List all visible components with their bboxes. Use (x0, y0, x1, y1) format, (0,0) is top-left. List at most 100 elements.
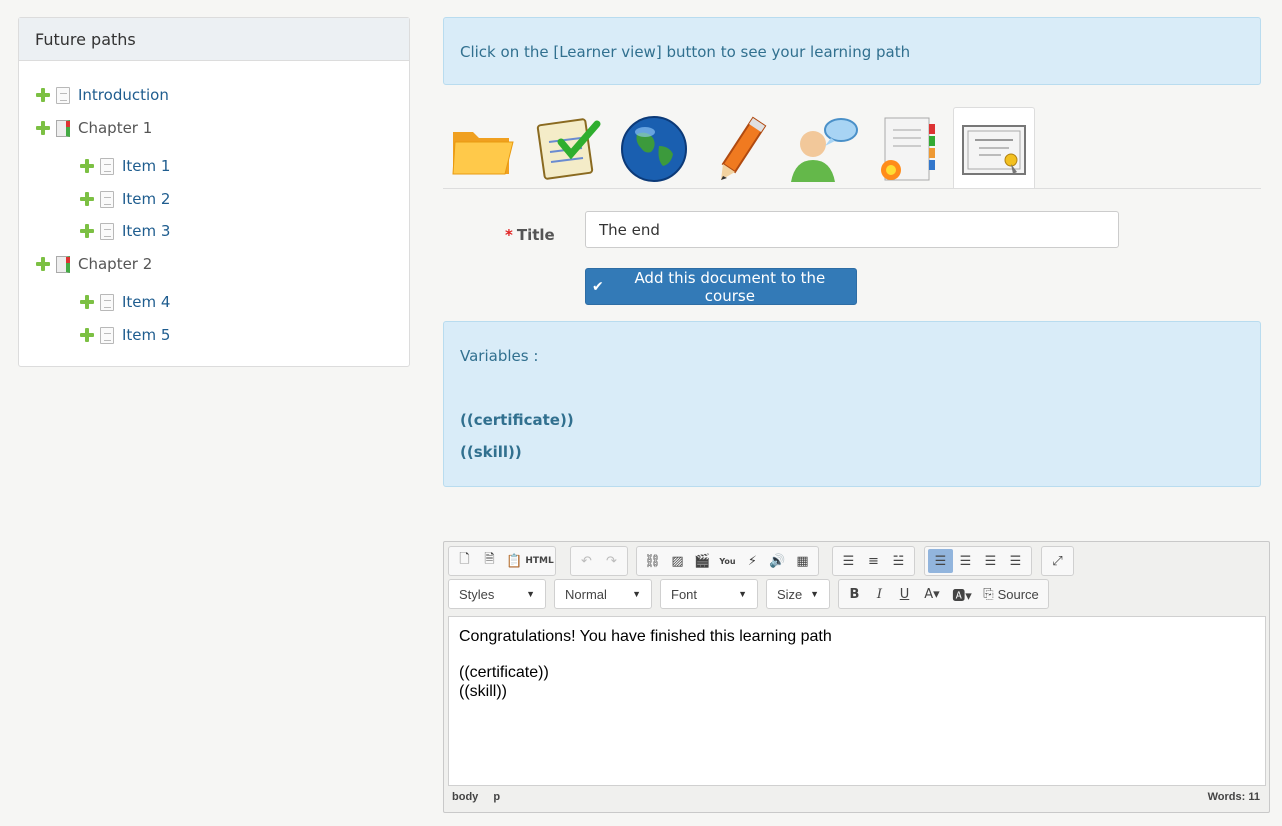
info-alert: Click on the [Learner view] button to se… (443, 17, 1261, 85)
tree-item-item-1[interactable]: Item 1 (79, 156, 170, 176)
tree-item-label[interactable]: Item 3 (122, 222, 170, 240)
maximize-icon[interactable]: ⤢ (1045, 549, 1070, 573)
tree-item-label[interactable]: Introduction (78, 86, 169, 104)
new-page-icon[interactable]: 🗋 (452, 549, 477, 573)
undo-icon[interactable]: ↶ (574, 549, 599, 573)
paste-html-icon[interactable]: HTML (525, 549, 553, 573)
user-chat-icon[interactable] (787, 112, 861, 184)
link-icon[interactable]: ⛓ (640, 549, 665, 573)
horizontal-rule-icon[interactable]: ☱ (886, 549, 911, 573)
checklist-icon[interactable] (531, 112, 605, 184)
chevron-down-icon: ▼ (810, 589, 819, 599)
toolbar-undo-group: ↶ ↷ (570, 546, 628, 576)
chevron-down-icon: ▼ (526, 589, 535, 599)
expand-plus-icon[interactable] (79, 158, 95, 174)
redo-icon[interactable]: ↷ (599, 549, 624, 573)
video-icon[interactable]: 🎬 (690, 549, 715, 573)
panel-title: Future paths (19, 18, 409, 61)
check-icon: ✔ (592, 278, 604, 295)
new-document-icon[interactable] (871, 112, 945, 184)
styles-dropdown[interactable]: Styles ▼ (448, 579, 546, 609)
source-button[interactable]: ⎘ Source (977, 582, 1045, 606)
add-document-label: Add this document to the course (634, 268, 826, 305)
bulleted-list-icon[interactable]: ☰ (836, 549, 861, 573)
chapter-icon (56, 255, 70, 273)
expand-plus-icon[interactable] (35, 256, 51, 272)
tree-item-item-5[interactable]: Item 5 (79, 325, 170, 345)
add-document-button[interactable]: ✔ Add this document to the course (585, 268, 857, 305)
chapter-icon (56, 119, 70, 137)
variables-heading: Variables : (460, 347, 539, 365)
folder-icon[interactable] (447, 112, 521, 184)
italic-icon[interactable]: I (867, 582, 892, 606)
pencil-icon[interactable] (703, 112, 777, 184)
document-icon (100, 326, 114, 344)
document-icon (100, 293, 114, 311)
tree-item-chapter-2[interactable]: Chapter 2 (35, 254, 152, 274)
tabs-divider (443, 188, 1261, 189)
expand-plus-icon[interactable] (35, 120, 51, 136)
element-path-p[interactable]: p (493, 791, 500, 803)
align-center-icon[interactable]: ☰ (953, 549, 978, 573)
flash-icon[interactable]: ⚡ (740, 549, 765, 573)
bold-icon[interactable]: B (842, 582, 867, 606)
format-dropdown[interactable]: Normal ▼ (554, 579, 652, 609)
tree-item-introduction[interactable]: Introduction (35, 85, 169, 105)
tree-item-label[interactable]: Item 5 (122, 326, 170, 344)
variable-certificate: ((certificate)) (460, 411, 574, 429)
future-paths-panel: Future paths Introduction Chapter 1 Item… (18, 17, 410, 367)
expand-plus-icon[interactable] (79, 327, 95, 343)
expand-plus-icon[interactable] (79, 223, 95, 239)
variable-skill: ((skill)) (460, 443, 522, 461)
align-right-icon[interactable]: ☰ (978, 549, 1003, 573)
size-dropdown[interactable]: Size ▼ (766, 579, 830, 609)
tree-item-label: Chapter 1 (78, 119, 153, 137)
tree-item-item-3[interactable]: Item 3 (79, 221, 170, 241)
editor-status-bar: body p Words: 11 (452, 791, 1260, 807)
paste-word-icon[interactable]: 📋 (502, 549, 527, 573)
chevron-down-icon: ▼ (632, 589, 641, 599)
tree-item-label[interactable]: Item 2 (122, 190, 170, 208)
image-icon[interactable]: ▨ (665, 549, 690, 573)
tree-item-item-2[interactable]: Item 2 (79, 189, 170, 209)
tree-item-label: Chapter 2 (78, 255, 153, 273)
content-line: ((certificate)) (459, 664, 549, 681)
document-icon (56, 86, 70, 104)
expand-plus-icon[interactable] (79, 294, 95, 310)
content-line: ((skill)) (459, 683, 507, 700)
element-path-body[interactable]: body (452, 791, 478, 803)
document-icon (100, 157, 114, 175)
youtube-icon[interactable]: You (715, 549, 740, 573)
tree-item-label[interactable]: Item 4 (122, 293, 170, 311)
title-label: * Title (505, 226, 555, 244)
underline-icon[interactable]: U (892, 582, 917, 606)
source-icon: ⎘ (983, 586, 994, 601)
toolbar-maximize-group: ⤢ (1041, 546, 1074, 576)
table-icon[interactable]: ▦ (790, 549, 815, 573)
align-left-icon[interactable]: ☰ (928, 549, 953, 573)
document-icon (100, 190, 114, 208)
toolbar-format-group: B I U A▾ 🅰▾ ⎘ Source (838, 579, 1049, 609)
tree-item-item-4[interactable]: Item 4 (79, 292, 170, 312)
certificate-icon[interactable] (957, 112, 1031, 184)
expand-plus-icon[interactable] (79, 191, 95, 207)
toolbar-insert-group: ⛓ ▨ 🎬 You ⚡ 🔊 ▦ (636, 546, 819, 576)
audio-icon[interactable]: 🔊 (765, 549, 790, 573)
font-dropdown[interactable]: Font ▼ (660, 579, 758, 609)
text-color-icon[interactable]: A▾ (917, 582, 947, 606)
justify-icon[interactable]: ☰ (1003, 549, 1028, 573)
tree-item-label[interactable]: Item 1 (122, 157, 170, 175)
content-line: Congratulations! You have finished this … (459, 628, 832, 645)
background-color-icon[interactable]: 🅰▾ (947, 582, 977, 606)
numbered-list-icon[interactable]: ≡ (861, 549, 886, 573)
toolbar-list-group: ☰ ≡ ☱ (832, 546, 915, 576)
chevron-down-icon: ▼ (738, 589, 747, 599)
globe-icon[interactable] (617, 112, 691, 184)
rich-text-editor: 🗋 🗎 📋 HTML ↶ ↷ ⛓ ▨ 🎬 You ⚡ 🔊 ▦ ☰ ≡ ☱ ☰ ☰… (443, 541, 1270, 813)
templates-icon[interactable]: 🗎 (477, 549, 502, 573)
editor-content-area[interactable]: Congratulations! You have finished this … (448, 616, 1266, 786)
expand-plus-icon[interactable] (35, 87, 51, 103)
tree-item-chapter-1[interactable]: Chapter 1 (35, 118, 152, 138)
title-input[interactable] (585, 211, 1119, 248)
variables-alert: Variables : ((certificate)) ((skill)) (443, 321, 1261, 487)
